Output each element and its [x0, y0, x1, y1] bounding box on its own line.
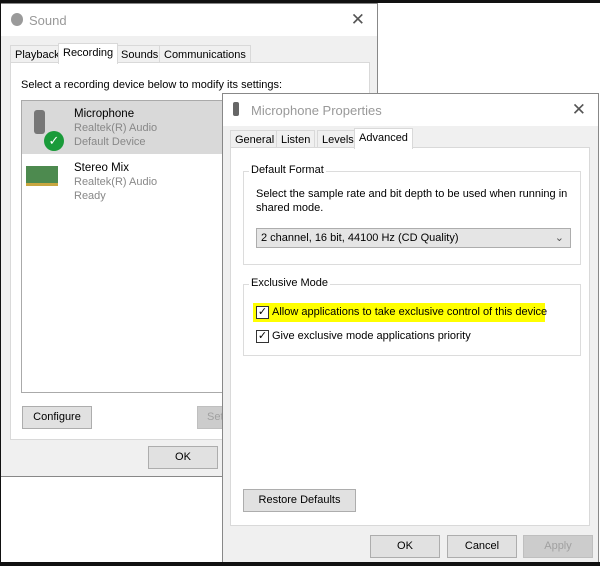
group-legend: Exclusive Mode — [249, 277, 331, 289]
tab-sounds[interactable]: Sounds — [116, 45, 164, 63]
device-name: Microphone — [74, 108, 135, 120]
format-selected: 2 channel, 16 bit, 44100 Hz (CD Quality) — [261, 232, 459, 244]
microphone-icon — [233, 102, 239, 116]
window-title: Microphone Properties — [251, 103, 382, 118]
checkbox-label: Give exclusive mode applications priorit… — [272, 330, 471, 342]
close-icon[interactable]: ✕ — [572, 100, 586, 120]
tab-advanced[interactable]: Advanced — [354, 128, 413, 149]
microphone-properties-window: Microphone Properties ✕ General Listen L… — [222, 93, 599, 563]
device-name: Stereo Mix — [74, 162, 129, 174]
device-status: Ready — [74, 190, 106, 202]
title-bar: Microphone Properties ✕ — [223, 94, 598, 126]
close-icon[interactable]: ✕ — [351, 10, 365, 30]
microphone-icon — [34, 110, 45, 134]
device-driver: Realtek(R) Audio — [74, 122, 158, 134]
ok-button[interactable]: OK — [370, 535, 440, 558]
group-legend: Default Format — [249, 164, 326, 176]
tab-listen[interactable]: Listen — [276, 130, 316, 148]
advanced-panel: Default Format Select the sample rate an… — [230, 147, 590, 526]
device-driver: Realtek(R) Audio — [74, 176, 158, 188]
restore-defaults-button[interactable]: Restore Defaults — [243, 489, 356, 512]
sound-ok-button[interactable]: OK — [148, 446, 218, 469]
title-bar: Sound ✕ — [1, 4, 377, 36]
window-title: Sound — [29, 13, 67, 28]
format-description: Select the sample rate and bit depth to … — [256, 188, 568, 214]
default-format-group: Default Format Select the sample rate an… — [243, 164, 581, 265]
configure-button[interactable]: Configure — [22, 406, 92, 429]
checkbox-checked-icon[interactable]: ✓ — [256, 330, 269, 343]
checkbox-checked-icon[interactable]: ✓ — [256, 306, 269, 319]
tab-communications[interactable]: Communications — [159, 45, 251, 63]
tab-levels[interactable]: Levels — [317, 130, 359, 148]
tab-general[interactable]: General — [230, 130, 280, 148]
device-status: Default Device — [74, 136, 146, 148]
chevron-down-icon: ⌄ — [554, 232, 564, 244]
cancel-button[interactable]: Cancel — [447, 535, 517, 558]
instruction-text: Select a recording device below to modif… — [21, 79, 283, 91]
sound-card-icon — [26, 166, 58, 186]
format-dropdown[interactable]: 2 channel, 16 bit, 44100 Hz (CD Quality)… — [256, 228, 571, 248]
tab-playback[interactable]: Playback — [10, 45, 65, 63]
exclusive-mode-group: Exclusive Mode ✓ Allow applications to t… — [243, 277, 581, 356]
apply-button[interactable]: Apply — [523, 535, 593, 558]
speaker-icon — [11, 13, 23, 26]
checkbox-label: Allow applications to take exclusive con… — [272, 306, 548, 318]
default-check-icon: ✓ — [44, 131, 64, 151]
tab-recording[interactable]: Recording — [58, 43, 119, 64]
